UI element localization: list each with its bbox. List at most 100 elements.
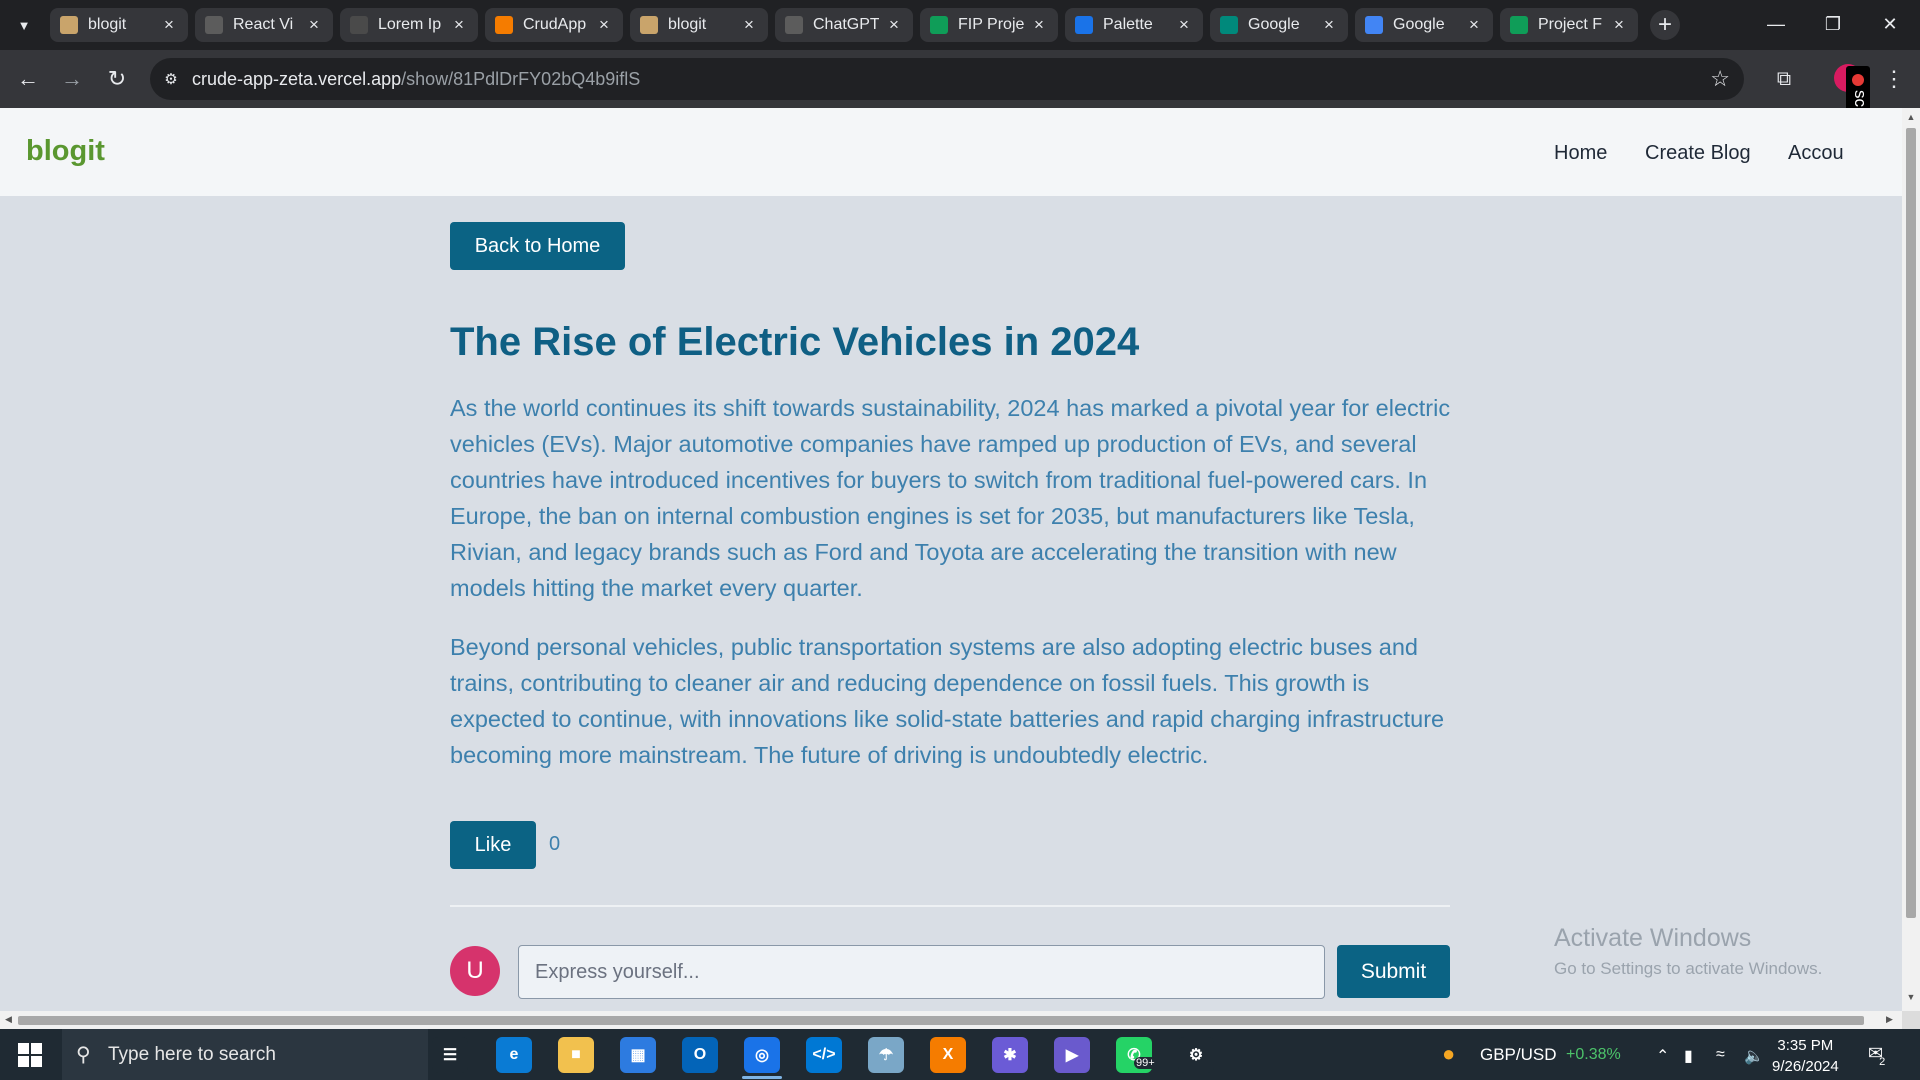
reload-icon[interactable]: ↻	[101, 63, 133, 95]
browser-tab[interactable]: FIP Proje ×	[920, 8, 1058, 42]
watermark-subtitle: Go to Settings to activate Windows.	[1554, 959, 1823, 978]
close-tab-icon[interactable]: ×	[160, 15, 178, 35]
browser-toolbar: ← → ↻ ⚙ crude-app-zeta.vercel.app/show/8…	[0, 50, 1920, 108]
sheets-favicon-icon	[1510, 16, 1528, 34]
nav-home[interactable]: Home	[1554, 142, 1607, 165]
ticker-coin-icon[interactable]: ●	[1442, 1041, 1455, 1067]
close-window-icon[interactable]: ✕	[1870, 8, 1910, 40]
battery-icon[interactable]: ▮	[1684, 1046, 1693, 1066]
bookmark-star-icon[interactable]: ☆	[1710, 66, 1730, 92]
scroll-right-arrow-icon[interactable]: ▶	[1886, 1014, 1893, 1025]
ticker-change: +0.38%	[1566, 1046, 1621, 1063]
browser-tab[interactable]: Project F ×	[1500, 8, 1638, 42]
divider	[450, 905, 1450, 907]
file-explorer-icon[interactable]: ■	[558, 1037, 594, 1073]
chrome-icon[interactable]: ◎	[744, 1037, 780, 1073]
taskbar-clock[interactable]: 3:35 PM 9/26/2024	[1772, 1035, 1839, 1077]
xampp-icon[interactable]: X	[930, 1037, 966, 1073]
scrollbar-thumb[interactable]	[1906, 128, 1916, 918]
extensions-puzzle-icon[interactable]: ⧉	[1770, 65, 1798, 93]
post-paragraph: Beyond personal vehicles, public transpo…	[450, 634, 1445, 768]
new-tab-button[interactable]: +	[1650, 10, 1680, 40]
edge-icon[interactable]: e	[496, 1037, 532, 1073]
search-icon: ⚲	[76, 1044, 91, 1066]
taskbar-search-box[interactable]: ⚲ Type here to search	[62, 1029, 428, 1080]
task-view-icon[interactable]: ☰	[432, 1037, 468, 1073]
browser-tab[interactable]: Palette ×	[1065, 8, 1203, 42]
close-tab-icon[interactable]: ×	[1610, 15, 1628, 35]
vertical-scrollbar[interactable]: ▲ ▼	[1902, 108, 1920, 1011]
browser-menu-icon[interactable]: ⋮	[1880, 63, 1908, 95]
scroll-down-arrow-icon[interactable]: ▼	[1906, 992, 1916, 1002]
browser-tab[interactable]: CrudApp ×	[485, 8, 623, 42]
watermark-title: Activate Windows	[1554, 924, 1752, 952]
site-info-icon[interactable]: ⚙	[150, 70, 192, 88]
site-logo[interactable]: blogit	[26, 135, 105, 168]
tab-title: React Vi	[233, 16, 294, 33]
browser-tab[interactable]: blogit ×	[50, 8, 188, 42]
browser-tab[interactable]: blogit ×	[630, 8, 768, 42]
active-app-indicator	[742, 1076, 782, 1079]
close-tab-icon[interactable]: ×	[1175, 15, 1193, 35]
tab-title: Google	[1393, 16, 1445, 33]
search-placeholder: Type here to search	[108, 1043, 276, 1065]
windows-taskbar: ⚲ Type here to search ☰ e ■ ▦ O ◎ </> ☂ X ✱ ▶ ✆ 99+ ⚙…	[0, 1029, 1920, 1080]
close-tab-icon[interactable]: ×	[885, 15, 903, 35]
back-to-home-button[interactable]: Back to Home	[450, 222, 625, 270]
copilot-icon[interactable]: ▶	[1054, 1037, 1090, 1073]
vscode-icon[interactable]: </>	[806, 1037, 842, 1073]
back-arrow-icon[interactable]: ←	[12, 63, 44, 95]
tab-search-chevron-icon[interactable]: ▼	[10, 11, 38, 39]
whatsapp-badge: 99+	[1134, 1057, 1157, 1069]
chevron-up-icon[interactable]: ⌃	[1656, 1046, 1669, 1066]
tab-title: Lorem Ip	[378, 16, 442, 33]
close-tab-icon[interactable]: ×	[740, 15, 758, 35]
close-tab-icon[interactable]: ×	[450, 15, 468, 35]
outlook-icon[interactable]: O	[682, 1037, 718, 1073]
restore-icon[interactable]: ❐	[1813, 8, 1853, 40]
nav-create-blog[interactable]: Create Blog	[1645, 142, 1751, 165]
settings-gear-app-icon[interactable]: ✱	[992, 1037, 1028, 1073]
volume-icon[interactable]: 🔈	[1744, 1046, 1764, 1066]
paint-icon[interactable]: ☂	[868, 1037, 904, 1073]
microsoft-store-icon[interactable]: ▦	[620, 1037, 656, 1073]
minimize-icon[interactable]: —	[1756, 8, 1796, 40]
tab-title: Palette	[1103, 16, 1153, 33]
firebase-favicon-icon	[495, 16, 513, 34]
close-tab-icon[interactable]: ×	[595, 15, 613, 35]
browser-tab[interactable]: Lorem Ip ×	[340, 8, 478, 42]
horizontal-scrollbar[interactable]: ◀ ▶	[0, 1011, 1902, 1029]
windows-start-icon[interactable]	[10, 1039, 50, 1071]
close-tab-icon[interactable]: ×	[1320, 15, 1338, 35]
ticker-label[interactable]: GBP/USD	[1480, 1045, 1557, 1065]
site-header: blogit Home Create Blog Accou	[0, 108, 1902, 196]
close-tab-icon[interactable]: ×	[305, 15, 323, 35]
close-tab-icon[interactable]: ×	[1030, 15, 1048, 35]
record-dot-icon	[1852, 74, 1864, 86]
browser-tab[interactable]: React Vi ×	[195, 8, 333, 42]
url-text[interactable]: crude-app-zeta.vercel.app/show/81PdlDrFY…	[192, 69, 640, 90]
address-bar[interactable]: ⚙ crude-app-zeta.vercel.app/show/81PdlDr…	[150, 58, 1744, 100]
wifi-icon[interactable]: ≈	[1716, 1046, 1725, 1064]
browser-tab[interactable]: Google ×	[1355, 8, 1493, 42]
close-tab-icon[interactable]: ×	[1465, 15, 1483, 35]
blogit-favicon-icon	[640, 16, 658, 34]
submit-comment-button[interactable]: Submit	[1337, 945, 1450, 998]
url-path: /show/81PdlDrFY02bQ4b9iflS	[401, 68, 641, 89]
comment-input[interactable]	[518, 945, 1325, 999]
settings-icon[interactable]: ⚙	[1178, 1037, 1214, 1073]
tab-title: blogit	[668, 16, 707, 33]
scroll-left-arrow-icon[interactable]: ◀	[5, 1014, 12, 1025]
browser-tab[interactable]: Google ×	[1210, 8, 1348, 42]
page-viewport: blogit Home Create Blog Accou Back to Ho…	[0, 108, 1902, 1011]
browser-tab[interactable]: ChatGPT ×	[775, 8, 913, 42]
hscrollbar-thumb[interactable]	[18, 1016, 1864, 1025]
scroll-up-arrow-icon[interactable]: ▲	[1906, 112, 1916, 122]
tab-title: Google	[1248, 16, 1300, 33]
notifications-icon[interactable]: ✉2	[1868, 1043, 1889, 1068]
nav-account[interactable]: Accou	[1788, 142, 1844, 165]
browser-tab-strip: ▼ blogit × React Vi × Lorem Ip × CrudApp × blogi…	[0, 0, 1920, 50]
like-button[interactable]: Like	[450, 821, 536, 869]
sheets-favicon-icon	[930, 16, 948, 34]
forward-arrow-icon[interactable]: →	[56, 63, 88, 95]
